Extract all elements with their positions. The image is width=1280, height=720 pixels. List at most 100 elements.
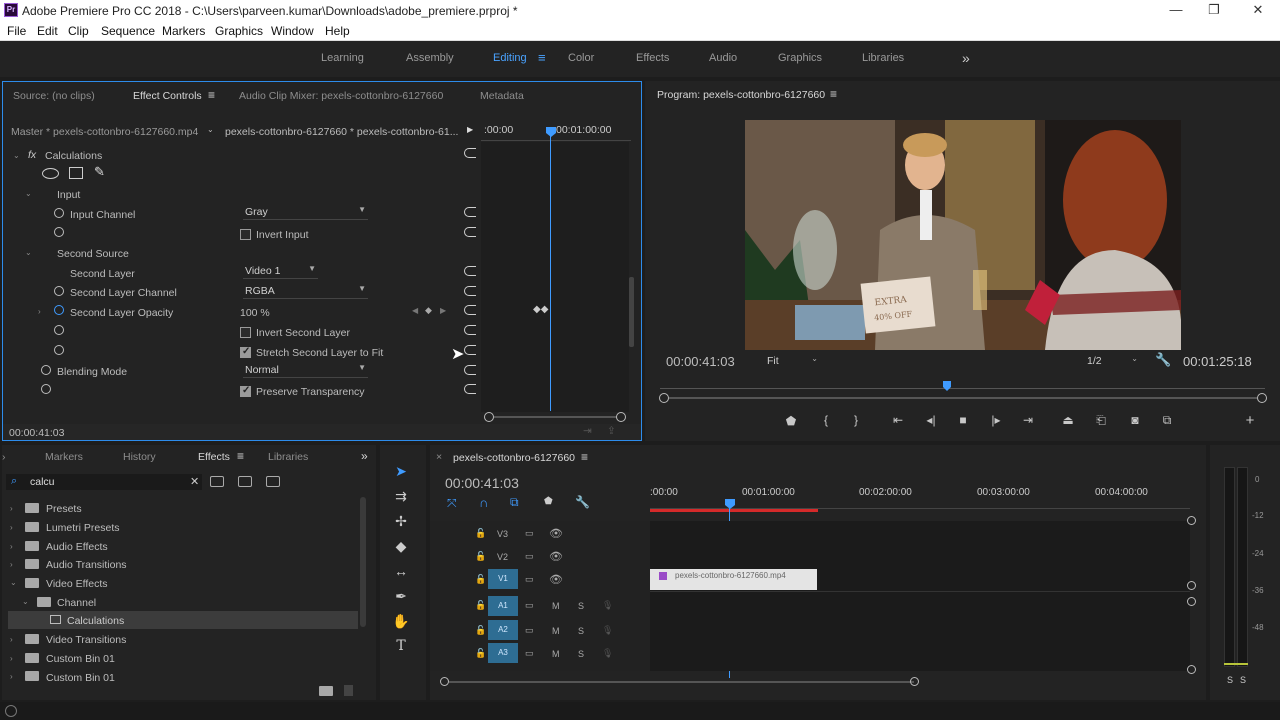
workspace-assembly[interactable]: Assembly [406, 52, 454, 64]
play-icon[interactable]: ▶ [467, 125, 473, 134]
program-zoom-bar[interactable] [669, 397, 1257, 399]
menu-sequence[interactable]: Sequence [101, 24, 155, 38]
add-marker-icon[interactable]: ⬟ [782, 414, 800, 428]
blending-mode-dropdown[interactable]: Normal ▼ [243, 363, 368, 378]
lock-icon[interactable]: 🔓 [475, 625, 486, 636]
tab-audio-clip-mixer[interactable]: Audio Clip Mixer: pexels-cottonbro-61276… [239, 90, 443, 102]
fit-dropdown[interactable]: Fit ⌄ [765, 354, 820, 369]
input-channel-dropdown[interactable]: Gray ▼ [243, 205, 368, 220]
mic-icon[interactable]: 🎙 [602, 625, 613, 636]
sync-icon[interactable]: ▭ [525, 648, 534, 659]
sync-icon[interactable]: ▭ [525, 625, 534, 636]
effects-item-custom-bin-1[interactable]: Custom Bin 01 [46, 653, 115, 665]
playhead-marker[interactable] [546, 127, 556, 137]
menu-window[interactable]: Window [271, 24, 314, 38]
selection-tool-icon[interactable]: ➤ [390, 463, 412, 480]
menu-help[interactable]: Help [325, 24, 350, 38]
zoom-end-handle[interactable] [616, 412, 626, 422]
collapse-icon[interactable]: ⌄ [22, 597, 29, 606]
second-layer-channel-dropdown[interactable]: RGBA ▼ [243, 284, 368, 299]
razor-tool-icon[interactable]: ◆ [390, 538, 412, 555]
pen-mask-icon[interactable]: ✎ [94, 164, 105, 180]
ripple-edit-tool-icon[interactable]: ✢ [390, 513, 412, 530]
compare-view-icon[interactable]: ⧉ [1158, 413, 1176, 428]
effects-item-custom-bin-2[interactable]: Custom Bin 01 [46, 672, 115, 681]
workspace-libraries[interactable]: Libraries [862, 52, 904, 64]
add-button-icon[interactable]: + [1241, 412, 1259, 429]
new-bin-icon[interactable] [319, 686, 333, 696]
expand-input-icon[interactable]: ⌄ [25, 189, 32, 198]
video-frame[interactable]: EXTRA 40% OFF [745, 120, 1181, 350]
linked-selection-icon[interactable]: ⧉ [510, 495, 519, 510]
tab-effects[interactable]: Effects [198, 451, 230, 463]
second-layer-dropdown[interactable]: Video 1 ▼ [243, 264, 318, 279]
workspace-audio[interactable]: Audio [709, 52, 737, 64]
step-back-icon[interactable]: ◂| [922, 413, 940, 427]
mic-icon[interactable]: 🎙 [602, 600, 613, 611]
effects-more-button[interactable]: » [361, 449, 368, 463]
32bit-effects-icon[interactable] [238, 476, 252, 487]
sync-icon[interactable]: ▭ [525, 574, 534, 585]
expand-calculations-icon[interactable]: ⌄ [13, 151, 20, 160]
lock-icon[interactable]: 🔓 [475, 528, 486, 539]
effects-item-audio-effects[interactable]: Audio Effects [46, 541, 108, 553]
preserve-transparency-checkbox[interactable] [240, 385, 251, 397]
track-label-a2[interactable]: A2 [488, 620, 518, 640]
go-to-out-icon[interactable]: ⇥ [1019, 413, 1037, 427]
a-scroll-handle[interactable] [1187, 665, 1196, 674]
clip-link[interactable]: pexels-cottonbro-6127660 * pexels-cotton… [225, 126, 458, 138]
tab-history[interactable]: History [123, 451, 156, 463]
timeline-tracks-area[interactable] [650, 521, 1190, 671]
pen-tool-icon[interactable]: ✒ [390, 588, 412, 605]
tab-source[interactable]: Source: (no clips) [13, 90, 95, 102]
video-clip[interactable]: pexels-cottonbro-6127660.mp4 [650, 569, 817, 590]
v-scroll-handle[interactable] [1187, 516, 1196, 525]
effects-search-input[interactable]: calcu [30, 476, 55, 488]
workspace-color[interactable]: Color [568, 52, 594, 64]
mute-button[interactable]: M [552, 649, 560, 659]
menu-edit[interactable]: Edit [37, 24, 58, 38]
close-button[interactable]: ✕ [1246, 1, 1270, 19]
track-label-v2[interactable]: V2 [497, 552, 508, 562]
slip-tool-icon[interactable]: ↔ [390, 563, 412, 579]
rectangle-mask-icon[interactable] [69, 167, 83, 179]
effects-item-channel[interactable]: Channel [57, 597, 96, 609]
stopwatch-icon[interactable] [54, 325, 64, 335]
effects-item-presets[interactable]: Presets [46, 503, 82, 515]
ec-mini-timeline[interactable] [481, 142, 629, 412]
expand-icon[interactable]: › [10, 504, 13, 513]
share-icon[interactable]: ⇪ [607, 425, 616, 437]
reset-icon[interactable] [464, 305, 476, 315]
track-select-tool-icon[interactable]: ⇉ [390, 488, 412, 505]
timeline-timecode[interactable]: 00:00:41:03 [445, 475, 519, 491]
stretch-second-layer-checkbox[interactable] [240, 346, 251, 358]
h-zoom-start[interactable] [440, 677, 449, 686]
invert-input-checkbox[interactable] [240, 229, 251, 240]
program-playhead[interactable] [943, 381, 951, 391]
hand-tool-icon[interactable]: ✋ [390, 613, 412, 630]
menu-clip[interactable]: Clip [68, 24, 89, 38]
expand-icon[interactable]: › [10, 560, 13, 569]
v-scroll-handle[interactable] [1187, 581, 1196, 590]
stop-icon[interactable]: ■ [954, 413, 972, 427]
sync-icon[interactable]: ▭ [525, 551, 534, 562]
lift-icon[interactable]: ⏏ [1059, 413, 1077, 427]
next-keyframe-icon[interactable]: ▶ [440, 306, 446, 315]
expand-icon[interactable]: › [10, 523, 13, 532]
maximize-button[interactable]: ❐ [1202, 1, 1226, 19]
tab-markers[interactable]: Markers [45, 451, 83, 463]
stopwatch-icon[interactable] [41, 365, 51, 375]
panel-menu-icon[interactable]: ≡ [830, 87, 837, 101]
workspace-menu-icon[interactable]: ≡ [538, 50, 546, 65]
program-zoom-start[interactable] [659, 393, 669, 403]
keyframe-icon[interactable]: ◆◆ [533, 304, 548, 315]
lock-icon[interactable]: 🔓 [475, 648, 486, 659]
reset-icon[interactable] [464, 325, 476, 335]
track-label-v3[interactable]: V3 [497, 529, 508, 539]
stopwatch-active-icon[interactable] [54, 305, 64, 315]
expand-icon[interactable]: › [10, 542, 13, 551]
sync-icon[interactable]: ▭ [525, 600, 534, 611]
reset-icon[interactable] [464, 384, 476, 394]
menu-graphics[interactable]: Graphics [215, 24, 263, 38]
timeline-settings-icon[interactable]: 🔧 [575, 495, 590, 509]
